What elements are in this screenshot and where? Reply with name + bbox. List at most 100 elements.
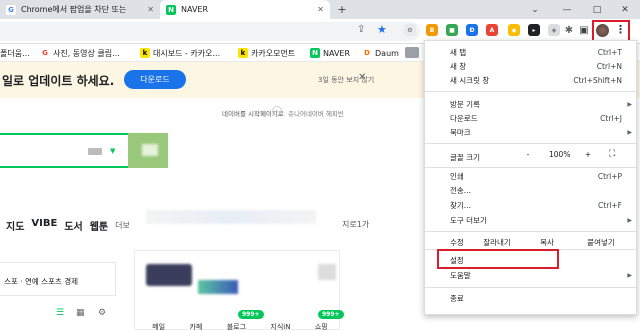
close-tab-icon[interactable]: ✕ (317, 5, 324, 14)
menu-shortcut: Ctrl+P (597, 172, 622, 181)
extension-icon[interactable]: ◆ (508, 24, 520, 36)
banner-close-icon[interactable]: ✕ (358, 72, 366, 83)
menu-label: 새 시크릿 창 (450, 76, 490, 85)
bookmark-item[interactable]: k 카카오모먼트 (238, 46, 295, 60)
puzzle-icon[interactable]: ✱ (563, 24, 575, 36)
menu-new-tab[interactable]: 새 탭 Ctrl+T (425, 47, 636, 58)
maximize-button[interactable]: □ (582, 0, 612, 19)
chevron-right-icon[interactable]: › (272, 106, 282, 116)
nav-item-books[interactable]: 도서 (64, 218, 82, 233)
kebab-menu-icon[interactable]: ⋮ (615, 23, 626, 36)
dropdown-icon[interactable]: ▼ (110, 147, 115, 155)
menu-label: 도구 더보기 (450, 216, 487, 225)
menu-label: 도움말 (450, 271, 471, 280)
nav-item-vibe[interactable]: VIBE (31, 218, 57, 233)
blurred-content (318, 264, 336, 280)
tab-naver[interactable]: N NAVER ✕ (160, 0, 330, 19)
bookmark-icon[interactable] (405, 47, 419, 58)
menu-find[interactable]: 찾기... Ctrl+F (425, 200, 636, 211)
notification-badge: 999+ (238, 310, 264, 319)
tab-cafe[interactable]: 카페 (189, 322, 202, 332)
menu-exit[interactable]: 종료 (425, 293, 636, 304)
zoom-in-button[interactable]: + (581, 150, 595, 159)
menu-help[interactable]: 도움말 ▶ (425, 270, 636, 281)
tab-blog[interactable]: 블로그 (227, 322, 246, 332)
extension-icon[interactable]: ■ (446, 24, 458, 36)
menu-bookmarks[interactable]: 북마크 ▶ (425, 127, 636, 138)
menu-label: 종료 (450, 294, 464, 303)
bookmark-item[interactable]: 폴더움... (0, 46, 30, 60)
menu-label: 다운로드 (450, 114, 478, 123)
grid-view-icon[interactable]: ▦ (76, 308, 85, 318)
menu-new-incognito[interactable]: 새 시크릿 창 Ctrl+Shift+N (425, 75, 636, 86)
copy-button[interactable]: 복사 (529, 237, 565, 248)
side-panel-icon[interactable]: ▣ (578, 24, 590, 36)
close-tab-icon[interactable]: ✕ (147, 5, 154, 14)
menu-print[interactable]: 인쇄 Ctrl+P (425, 171, 636, 182)
menu-shortcut: Ctrl+Shift+N (573, 76, 622, 85)
menu-shortcut: Ctrl+J (600, 114, 622, 123)
bookmark-item[interactable]: k 대시보드 - 카카오... (140, 46, 220, 60)
menu-history[interactable]: 방문 기록 ▶ (425, 99, 636, 110)
submenu-arrow-icon: ▶ (627, 217, 632, 224)
profile-image (146, 264, 192, 286)
tab-title: NAVER (181, 5, 209, 14)
nav-item-map[interactable]: 지도 (6, 218, 24, 233)
new-tab-button[interactable]: + (332, 0, 352, 19)
extension-icon[interactable]: ▸ (528, 24, 540, 36)
tab-kin[interactable]: 지식iN (270, 322, 290, 332)
menu-more-tools[interactable]: 도구 더보기 ▶ (425, 215, 636, 226)
bookmark-item[interactable]: D Daum (362, 46, 399, 60)
submenu-arrow-icon: ▶ (627, 272, 632, 279)
top-links[interactable]: 쥬니어네이버 해피빈 (288, 108, 344, 118)
menu-downloads[interactable]: 다운로드 Ctrl+J (425, 113, 636, 124)
menu-label: 인쇄 (450, 172, 464, 181)
news-tabs[interactable]: 스포 · 연예 스포츠 경제 (4, 276, 78, 287)
extension-icon[interactable]: ⚙ (404, 24, 416, 36)
close-window-button[interactable]: ✕ (610, 0, 640, 19)
nav-item-webtoon[interactable]: 웹툰 (90, 218, 108, 233)
menu-separator (425, 167, 636, 168)
paste-button[interactable]: 붙여넣기 (577, 237, 625, 248)
bookmark-label: 대시보드 - 카카오... (153, 48, 221, 58)
settings-gear-icon[interactable]: ⚙ (98, 308, 106, 318)
shield-icon[interactable]: ◈ (548, 24, 560, 36)
nav-item-more[interactable]: 더보 (115, 218, 130, 233)
tab-shopping[interactable]: 쇼핑 (315, 322, 328, 332)
tab-chrome-help[interactable]: G Chrome에서 팝업을 차단 또는 ✕ (0, 0, 160, 19)
fullscreen-icon[interactable]: ⛶ (609, 149, 615, 159)
bookmark-star-icon[interactable]: ★ (377, 23, 387, 36)
view-toggle: ☰ ▦ ⚙ (6, 300, 130, 330)
bookmark-item[interactable]: N NAVER (310, 46, 350, 60)
settings-highlight (437, 249, 559, 269)
list-view-icon[interactable]: ☰ (56, 308, 64, 318)
naver-icon: N (166, 4, 176, 15)
download-button[interactable]: 다운로드 (124, 70, 186, 89)
extension-icon[interactable]: Đ (466, 24, 478, 36)
minimize-button[interactable]: — (552, 0, 582, 19)
bookmark-item[interactable]: G 사진, 동영상 클립... (40, 46, 120, 60)
extension-icon[interactable]: B (426, 24, 438, 36)
service-nav: 지도 VIBE 도서 웹툰 더보 (6, 218, 130, 233)
menu-label: 새 탭 (450, 48, 467, 57)
menu-cast[interactable]: 전송... (425, 185, 636, 196)
bookmark-label: 사진, 동영상 클립... (53, 48, 120, 58)
tab-search-icon[interactable]: ⌄ (520, 0, 550, 19)
submenu-arrow-icon: ▶ (627, 129, 632, 136)
tab-mail[interactable]: 메일 (152, 322, 165, 332)
daum-icon: D (364, 49, 370, 57)
notification-badge: 999+ (318, 310, 344, 319)
avatar[interactable] (596, 24, 609, 37)
menu-edit: 수정 잘라내기 복사 붙여넣기 (425, 235, 636, 249)
menu-label: 새 창 (450, 62, 467, 71)
menu-new-window[interactable]: 새 창 Ctrl+N (425, 61, 636, 72)
zoom-out-button[interactable]: - (521, 150, 535, 159)
blurred-content (198, 280, 238, 294)
menu-label: 전송... (450, 186, 471, 195)
keyboard-icon[interactable] (88, 148, 102, 155)
menu-zoom: 글꼴 크기 - 100% + ⛶ (425, 149, 636, 165)
share-icon[interactable]: ⇪ (357, 24, 365, 35)
extension-icon[interactable]: A (486, 24, 498, 36)
cut-button[interactable]: 잘라내기 (477, 237, 517, 248)
menu-label: 수정 (450, 237, 464, 247)
